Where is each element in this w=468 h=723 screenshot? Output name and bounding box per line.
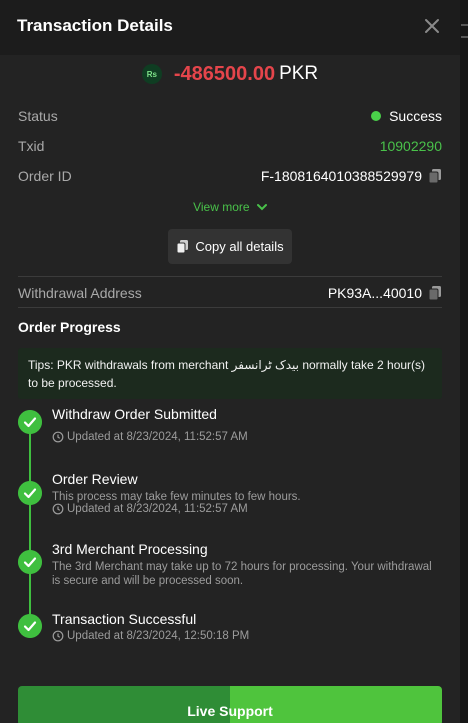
step-title: Withdraw Order Submitted xyxy=(52,406,217,422)
menu-icon xyxy=(461,24,468,38)
close-button[interactable] xyxy=(420,14,444,38)
panel-header: Transaction Details xyxy=(0,0,460,55)
txid-value[interactable]: 10902290 xyxy=(380,138,442,154)
divider xyxy=(18,276,442,277)
step-time-text: Updated at 8/23/2024, 12:50:18 PM xyxy=(67,630,250,642)
clock-refresh-icon xyxy=(52,630,64,642)
check-circle-icon xyxy=(18,614,42,638)
timeline-line xyxy=(29,424,31,628)
amount-row: Rs -486500.00 PKR xyxy=(0,61,460,87)
amount-currency: PKR xyxy=(279,63,319,84)
status-value-wrap: Success xyxy=(371,108,442,124)
status-value: Success xyxy=(389,108,442,124)
copy-icon[interactable] xyxy=(428,285,442,301)
divider xyxy=(18,307,442,308)
step-description: The 3rd Merchant may take up to 72 hours… xyxy=(52,561,432,587)
order-id-row: Order ID F-1808164010388529979 xyxy=(18,165,442,187)
copy-all-label: Copy all details xyxy=(195,239,284,254)
order-id-value: F-1808164010388529979 xyxy=(260,168,422,184)
clock-refresh-icon xyxy=(52,503,64,515)
txid-row: Txid 10902290 xyxy=(18,135,442,157)
withdrawal-address-wrap: PK93A...40010 xyxy=(328,285,442,301)
check-circle-icon xyxy=(18,410,42,434)
status-row: Status Success xyxy=(18,105,442,127)
status-label: Status xyxy=(18,108,58,124)
order-id-value-wrap: F-1808164010388529979 xyxy=(261,168,442,184)
background-edge xyxy=(460,0,468,723)
transaction-details-panel: Transaction Details Rs -486500.00 PKR St… xyxy=(0,0,460,723)
view-more-link[interactable]: View more xyxy=(0,200,460,214)
tips-box: Tips: PKR withdrawals from merchant بیدک… xyxy=(18,348,442,399)
copy-all-details-button[interactable]: Copy all details xyxy=(168,229,292,264)
withdrawal-address-label: Withdrawal Address xyxy=(18,285,142,301)
check-circle-icon xyxy=(18,550,42,574)
chevron-down-icon xyxy=(256,204,267,211)
step-title: 3rd Merchant Processing xyxy=(52,541,208,557)
status-dot-icon xyxy=(371,111,382,121)
order-progress-title: Order Progress xyxy=(18,319,121,335)
step-title: Transaction Successful xyxy=(52,611,197,627)
withdrawal-address-row: Withdrawal Address PK93A...40010 xyxy=(18,282,442,304)
step-description: This process may take few minutes to few… xyxy=(52,491,301,503)
step-time: Updated at 8/23/2024, 11:52:57 AM xyxy=(52,503,248,515)
step-time-text: Updated at 8/23/2024, 11:52:57 AM xyxy=(67,431,248,443)
step-time: Updated at 8/23/2024, 11:52:57 AM xyxy=(52,431,248,443)
close-icon xyxy=(425,19,439,33)
order-id-label: Order ID xyxy=(18,168,72,184)
txid-label: Txid xyxy=(18,138,45,154)
step-title: Order Review xyxy=(52,471,138,487)
copy-icon xyxy=(176,240,189,254)
live-support-button[interactable]: Live Support xyxy=(18,686,442,723)
rupee-badge-icon: Rs xyxy=(141,64,162,84)
copy-icon[interactable] xyxy=(428,168,442,184)
transaction-amount: -486500.00 xyxy=(173,62,276,85)
live-support-label: Live Support xyxy=(187,703,273,719)
panel-title: Transaction Details xyxy=(17,16,173,35)
clock-refresh-icon xyxy=(52,431,64,443)
step-time-text: Updated at 8/23/2024, 11:52:57 AM xyxy=(67,503,248,515)
step-time: Updated at 8/23/2024, 12:50:18 PM xyxy=(52,630,249,642)
withdrawal-address-value: PK93A...40010 xyxy=(327,285,422,301)
view-more-label: View more xyxy=(193,200,250,214)
check-circle-icon xyxy=(18,481,42,505)
